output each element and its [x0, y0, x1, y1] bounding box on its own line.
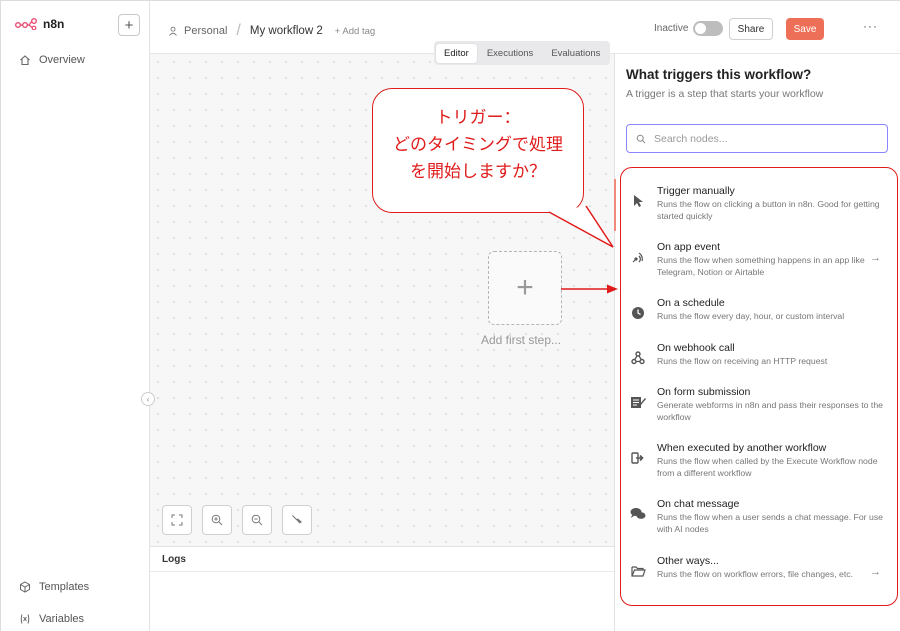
templates-icon [20, 581, 30, 593]
trigger-item-desc: Runs the flow when something happens in … [657, 255, 865, 277]
tab-executions[interactable]: Executions [479, 44, 541, 63]
sidebar-item-overview[interactable]: Overview [19, 54, 85, 66]
arrow-right-icon: → [870, 566, 881, 578]
folder-icon [629, 562, 647, 580]
satellite-icon [629, 248, 647, 266]
trigger-item-title: Trigger manually [657, 185, 735, 197]
breadcrumb-owner[interactable]: Personal [184, 25, 227, 37]
form-icon [629, 393, 647, 411]
more-options-button[interactable]: ··· [863, 19, 878, 33]
breadcrumb-separator: / [236, 22, 241, 39]
logs-title: Logs [162, 554, 186, 565]
trigger-item-title: When executed by another workflow [657, 442, 827, 454]
panel-title: What triggers this workflow? [626, 67, 812, 82]
trigger-item-desc: Runs the flow on receiving an HTTP reque… [657, 356, 828, 366]
annotation-line-3: を開始しますか？ [410, 162, 546, 182]
annotation-line-2: どのタイミングで処理 [393, 135, 563, 155]
status-label: Inactive [654, 23, 689, 34]
trigger-item-desc: Runs the flow on workflow errors, file c… [657, 569, 854, 579]
logo[interactable]: n8n [15, 17, 64, 31]
add-first-step-label: Add first step... [481, 333, 562, 347]
tidy-up-button[interactable] [282, 505, 312, 535]
n8n-logo-icon [15, 18, 37, 30]
fit-view-icon [171, 514, 183, 526]
trigger-item-title: On a schedule [657, 297, 725, 309]
create-button[interactable]: + [118, 14, 140, 36]
user-icon [169, 26, 177, 36]
sidebar-item-variables[interactable]: Variables [19, 613, 84, 625]
zoom-in-button[interactable] [202, 505, 232, 535]
variables-icon [20, 614, 30, 624]
clock-icon [629, 304, 647, 322]
sidebar-item-label: Templates [39, 581, 90, 593]
home-icon [20, 55, 30, 66]
search-icon [636, 134, 646, 143]
trigger-item-desc: Runs the flow when called by the Execute… [657, 456, 878, 478]
fit-view-button[interactable] [162, 505, 192, 535]
view-tabs: Editor Executions Evaluations [434, 41, 611, 65]
logs-panel[interactable]: Logs [150, 546, 614, 631]
trigger-item-desc: Runs the flow every day, hour, or custom… [657, 311, 845, 321]
tab-evaluations[interactable]: Evaluations [543, 44, 608, 63]
search-input[interactable] [654, 132, 864, 145]
trigger-item-title: On chat message [657, 498, 740, 510]
workflow-name[interactable]: My workflow 2 [250, 25, 323, 37]
trigger-item-desc: Generate webforms in n8n and pass their … [657, 400, 884, 422]
sidebar: n8n + Overview Templates Variables [1, 1, 150, 631]
sidebar-item-templates[interactable]: Templates [19, 581, 89, 593]
sign-in-icon [629, 449, 647, 467]
chat-icon [629, 505, 647, 523]
trigger-item-title: On webhook call [657, 342, 735, 354]
add-tag-link[interactable]: + Add tag [335, 26, 375, 37]
annotation-bubble: トリガー： どのタイミングで処理 を開始しますか？ [372, 88, 584, 213]
zoom-out-icon [251, 514, 263, 526]
sidebar-item-label: Variables [39, 613, 85, 625]
panel-subtitle: A trigger is a step that starts your wor… [626, 88, 824, 100]
share-button[interactable]: Share [729, 18, 773, 40]
panel-scrollbar[interactable] [614, 179, 616, 231]
logs-divider [150, 571, 614, 572]
trigger-item-title: On app event [657, 241, 721, 253]
trigger-list-highlight: Trigger manually Runs the flow on clicki… [620, 167, 898, 606]
trigger-item-desc: Runs the flow when a user sends a chat m… [657, 512, 883, 534]
broom-icon [292, 515, 302, 524]
collapse-sidebar-button[interactable]: ‹ [141, 392, 155, 406]
sidebar-item-label: Overview [39, 54, 85, 66]
trigger-panel: What triggers this workflow? A trigger i… [614, 54, 900, 631]
cursor-icon [629, 192, 647, 210]
logo-text: n8n [43, 17, 65, 31]
tab-editor[interactable]: Editor [436, 43, 477, 63]
trigger-item-desc: Runs the flow on clicking a button in n8… [657, 199, 880, 221]
add-first-step-button[interactable]: + [488, 251, 562, 325]
zoom-out-button[interactable] [242, 505, 272, 535]
save-button[interactable]: Save [786, 18, 824, 40]
search-box[interactable] [626, 124, 888, 153]
active-toggle[interactable] [693, 21, 723, 36]
app-window: n8n + Overview Templates Variables ‹ Per… [0, 0, 900, 631]
trigger-item-title: On form submission [657, 386, 751, 398]
webhook-icon [629, 349, 647, 367]
breadcrumb: Personal / My workflow 2 + Add tag [168, 22, 375, 40]
annotation-line-1: トリガー： [435, 108, 521, 128]
zoom-in-icon [211, 514, 223, 526]
trigger-item-title: Other ways... [657, 555, 719, 567]
arrow-right-icon: → [870, 252, 881, 264]
